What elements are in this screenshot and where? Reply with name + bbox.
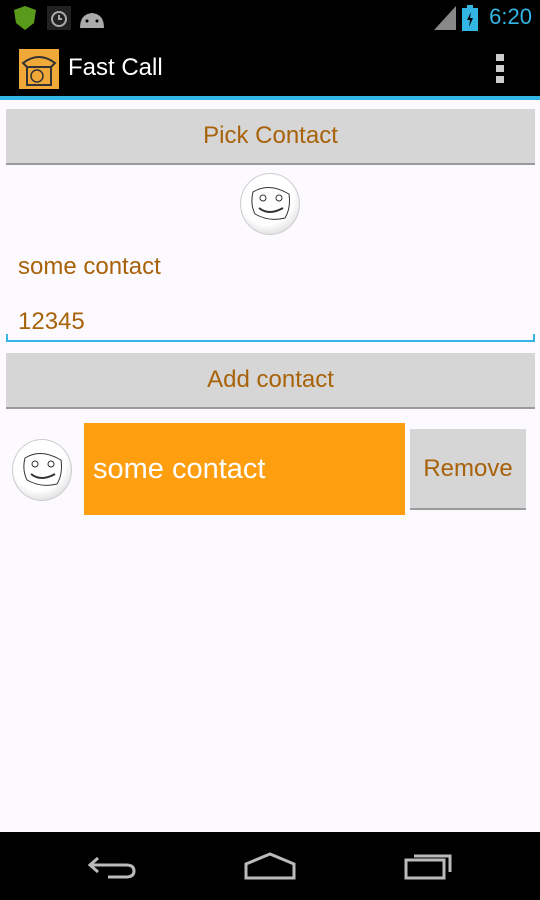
overflow-menu-icon[interactable] <box>496 54 504 84</box>
rotary-phone-icon[interactable] <box>19 49 59 89</box>
status-bar: 6:20 <box>0 0 540 36</box>
phone-number-field[interactable]: 12345 <box>6 296 535 342</box>
smiley-face-icon <box>251 187 290 220</box>
navigation-bar <box>0 832 540 900</box>
contact-avatar <box>12 439 72 501</box>
pick-contact-button[interactable]: Pick Contact <box>6 109 535 165</box>
contact-call-button[interactable]: some contact <box>84 423 405 515</box>
signal-icon <box>434 6 456 30</box>
shield-app-icon <box>14 6 36 30</box>
remove-contact-button[interactable]: Remove <box>410 429 526 510</box>
android-icon <box>80 13 104 28</box>
home-icon[interactable] <box>244 852 296 880</box>
back-icon[interactable] <box>88 854 136 880</box>
phone-number-value: 12345 <box>18 308 85 335</box>
contact-photo-avatar[interactable] <box>240 173 300 235</box>
recents-icon[interactable] <box>404 850 454 880</box>
contact-name-field[interactable]: some contact <box>18 253 161 281</box>
battery-charging-icon <box>462 5 478 31</box>
app-title: Fast Call <box>68 54 163 81</box>
alarm-icon <box>47 6 71 30</box>
add-contact-button[interactable]: Add contact <box>6 353 535 409</box>
clock: 6:20 <box>489 4 532 29</box>
smiley-face-icon <box>23 453 62 486</box>
action-bar: Fast Call <box>0 36 540 100</box>
